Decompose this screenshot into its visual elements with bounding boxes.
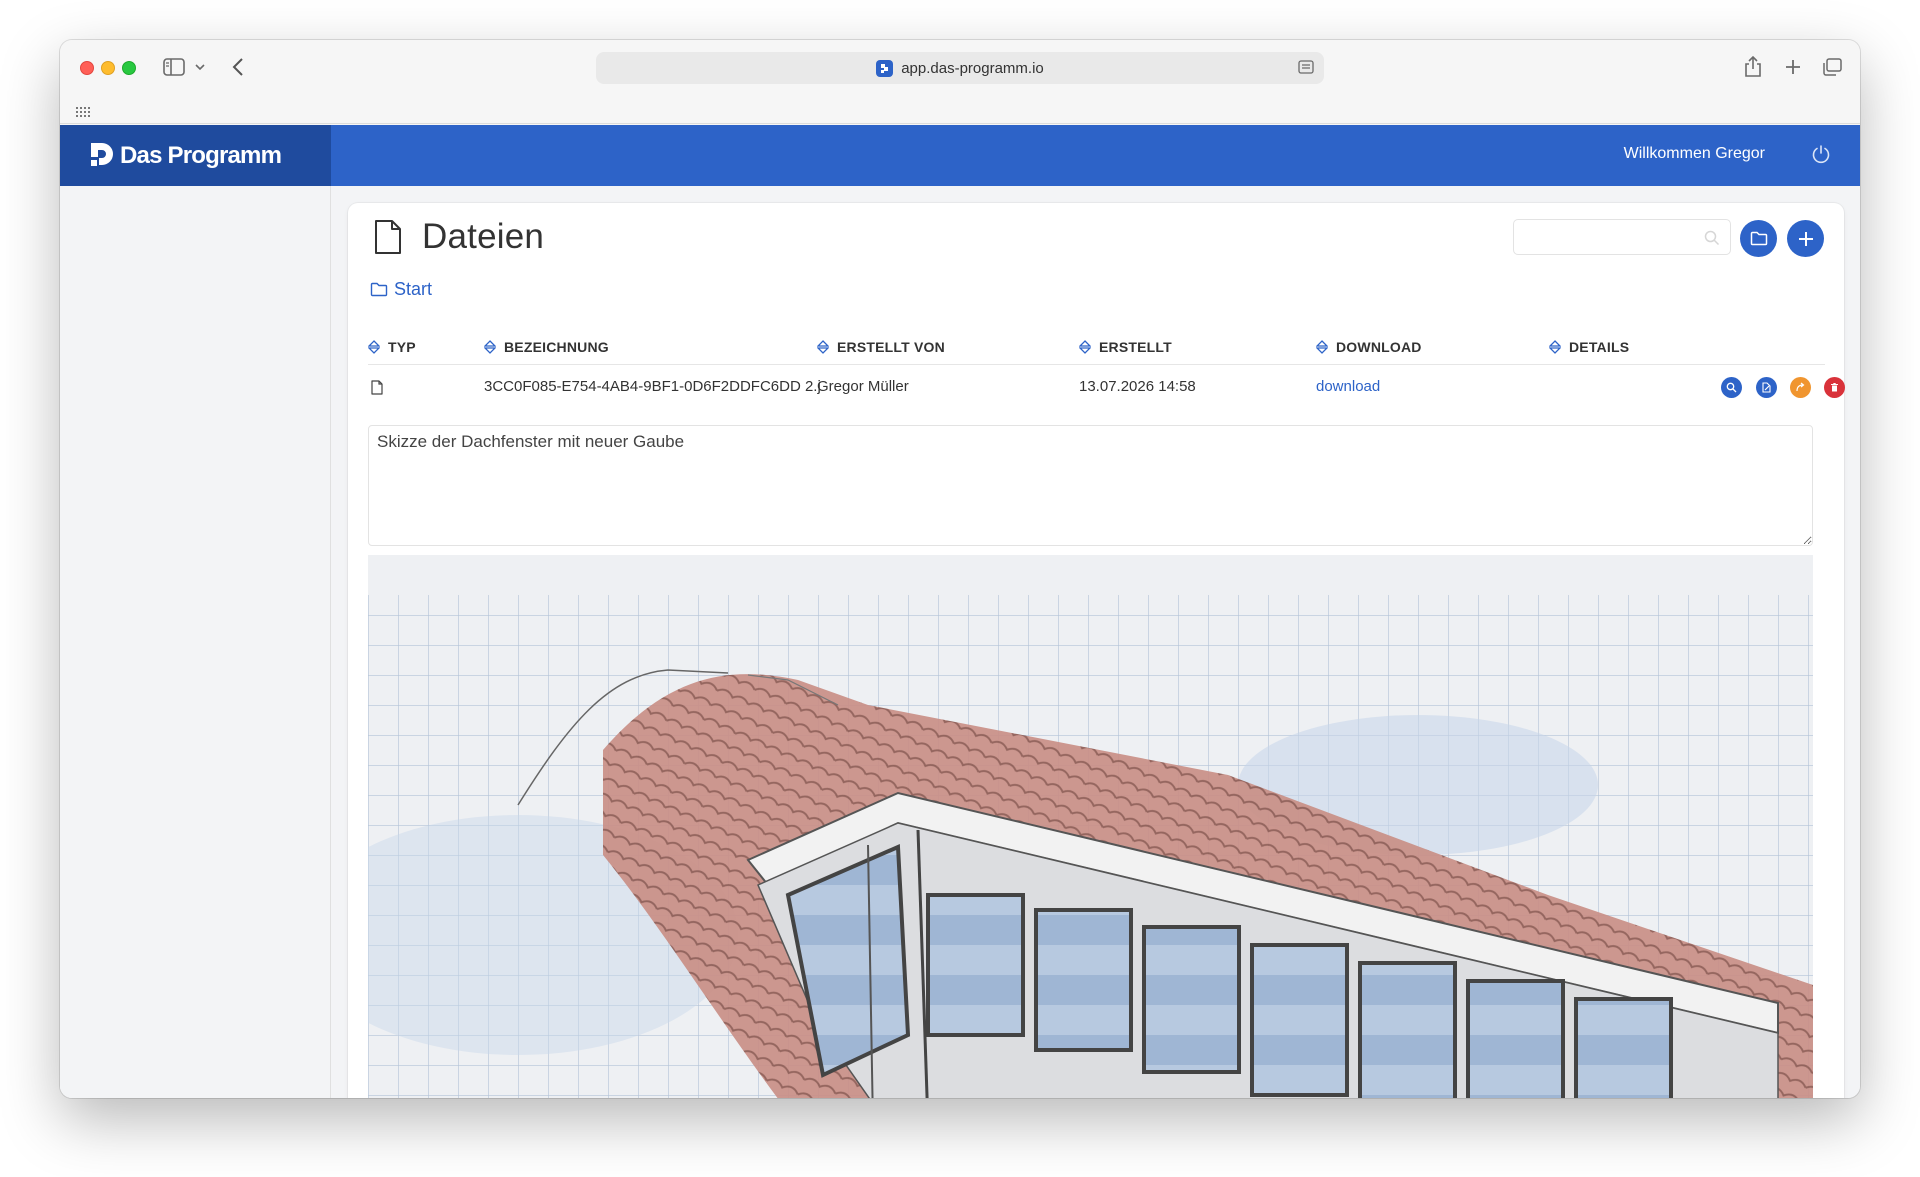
search-input[interactable]: [1513, 219, 1731, 255]
column-header-bezeichnung[interactable]: BEZEICHNUNG: [484, 339, 609, 355]
new-folder-button[interactable]: [1740, 220, 1777, 257]
browser-window: app.das-programm.io Das Programm Willkom…: [60, 40, 1860, 1098]
address-bar[interactable]: app.das-programm.io: [596, 52, 1324, 84]
share-icon[interactable]: [1742, 54, 1764, 80]
close-window-button[interactable]: [80, 61, 94, 75]
sort-icon: [1316, 340, 1328, 354]
delete-button[interactable]: [1824, 377, 1845, 398]
share-icon: [1796, 382, 1805, 392]
sidebar-toggle-icon[interactable]: [161, 56, 187, 78]
app-topbar: Das Programm Willkommen Gregor: [60, 125, 1860, 186]
file-description-textarea[interactable]: Skizze der Dachfenster mit neuer Gaube: [368, 425, 1813, 546]
welcome-text: Willkommen Gregor: [1623, 145, 1765, 162]
new-tab-plus-icon[interactable]: [1782, 56, 1804, 78]
edit-button[interactable]: [1756, 377, 1777, 398]
edit-icon: [1762, 382, 1771, 393]
brand[interactable]: Das Programm: [60, 125, 331, 186]
column-header-details[interactable]: DETAILS: [1549, 339, 1629, 355]
maximize-window-button[interactable]: [122, 61, 136, 75]
url-text: app.das-programm.io: [901, 59, 1044, 77]
reader-mode-icon[interactable]: [1298, 60, 1314, 78]
app-content: Das Programm Willkommen Gregor Dateien S…: [60, 125, 1860, 1098]
column-header-download[interactable]: DOWNLOAD: [1316, 339, 1422, 355]
brand-name: Das Programm: [120, 141, 282, 169]
back-arrow-icon[interactable]: [228, 55, 248, 79]
search-icon: [1726, 382, 1737, 393]
column-header-erstellt-von[interactable]: ERSTELLT VON: [817, 339, 945, 355]
view-button[interactable]: [1721, 377, 1742, 398]
file-name[interactable]: 3CC0F085-E754-4AB4-9BF1-0D6F2DDFC6DD 2.j: [484, 378, 821, 395]
page-header: Dateien: [374, 215, 544, 259]
apps-grid-icon[interactable]: [76, 104, 90, 122]
column-header-erstellt[interactable]: ERSTELLT: [1079, 339, 1172, 355]
trash-icon: [1831, 383, 1838, 392]
tab-overview-icon[interactable]: [1820, 56, 1844, 78]
brand-logo-icon: [91, 142, 113, 166]
sidebar: [60, 186, 331, 1098]
table-header: TYP BEZEICHNUNG ERSTELLT VON ERSTELLT DO…: [368, 331, 1825, 365]
breadcrumb-start[interactable]: Start: [394, 279, 432, 300]
plus-icon: [1798, 231, 1813, 246]
chevron-down-icon[interactable]: [193, 57, 207, 77]
power-icon[interactable]: [1810, 143, 1832, 165]
add-file-button[interactable]: [1787, 220, 1824, 257]
bookmarks-bar: [60, 96, 1860, 124]
share-button[interactable]: [1790, 377, 1811, 398]
folder-icon: [370, 282, 388, 297]
sort-icon: [1079, 340, 1091, 354]
table-row[interactable]: 3CC0F085-E754-4AB4-9BF1-0D6F2DDFC6DD 2.j…: [368, 366, 1845, 406]
minimize-window-button[interactable]: [101, 61, 115, 75]
sort-icon: [368, 340, 380, 354]
folder-icon: [1750, 231, 1767, 246]
file-icon: [375, 220, 401, 254]
file-preview-image: [368, 555, 1813, 1098]
sort-icon: [817, 340, 829, 354]
file-creator: Gregor Müller: [817, 378, 909, 395]
download-link[interactable]: download: [1316, 378, 1380, 395]
site-favicon-icon: [876, 59, 894, 77]
page-title: Dateien: [422, 217, 545, 256]
sort-icon: [484, 340, 496, 354]
column-header-typ[interactable]: TYP: [368, 339, 416, 355]
browser-titlebar: app.das-programm.io: [60, 40, 1860, 96]
sort-icon: [1549, 340, 1561, 354]
file-icon: [371, 380, 383, 399]
search-icon: [1704, 230, 1720, 251]
file-created-date: 13.07.2026 14:58: [1079, 378, 1196, 395]
breadcrumb[interactable]: Start: [370, 279, 432, 300]
dormer-sketch-image: [368, 555, 1813, 1098]
files-card: Dateien Start TYP BEZEICHNUNG ERSTELLT V…: [348, 203, 1845, 1098]
